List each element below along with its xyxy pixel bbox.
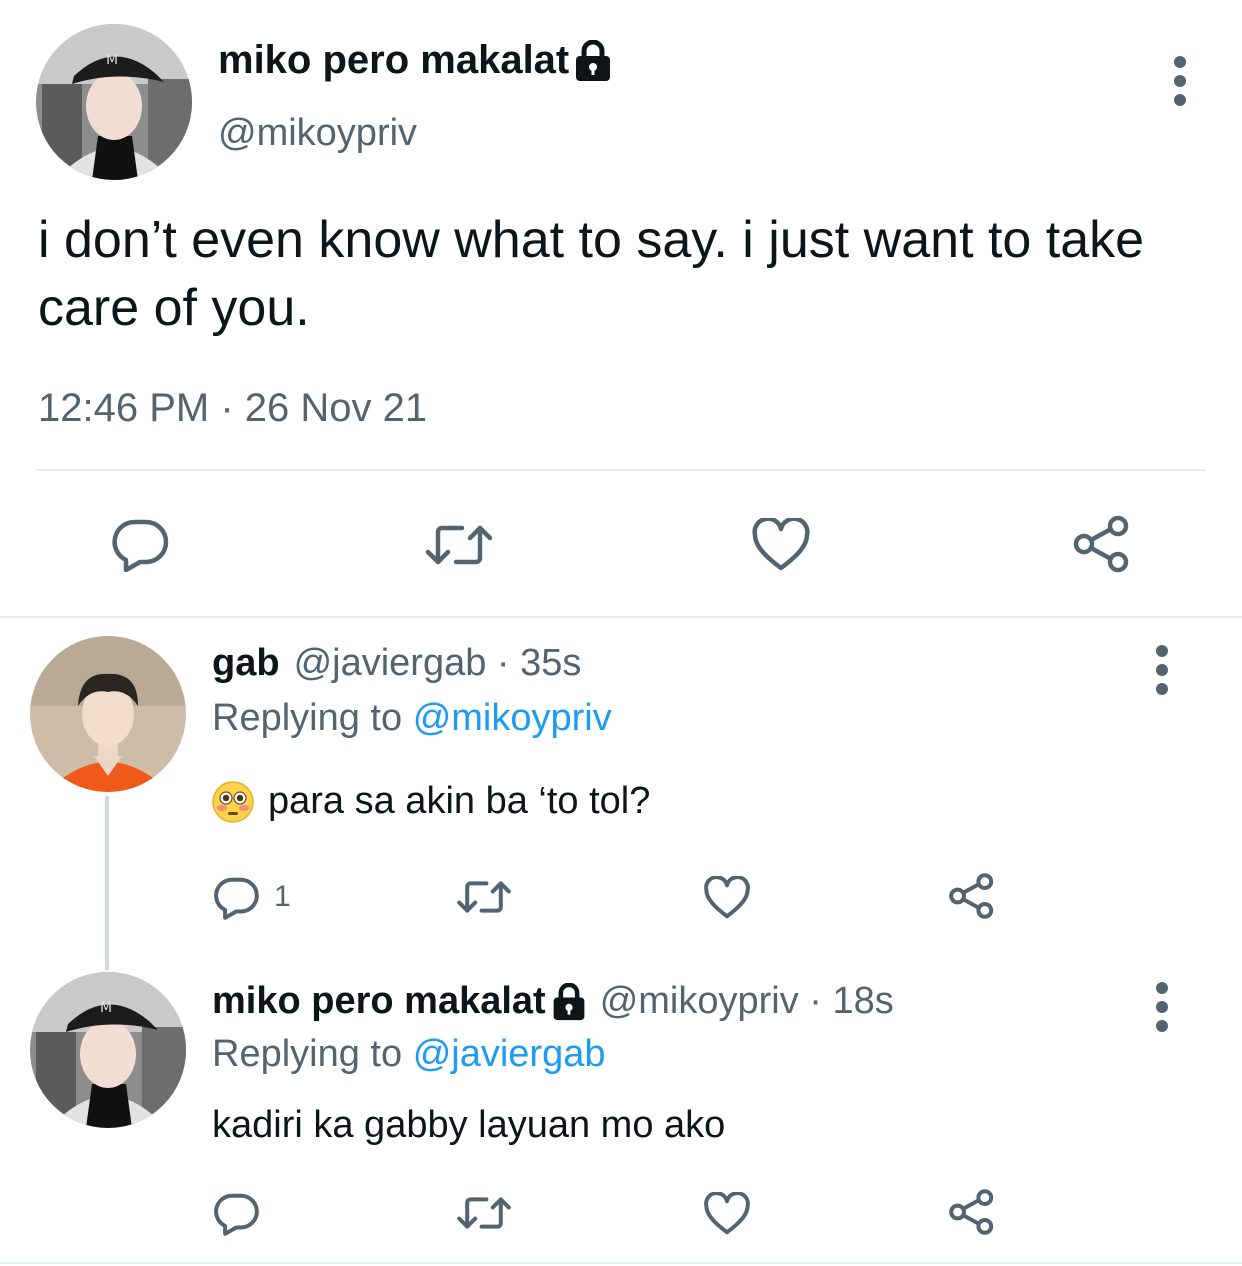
lock-icon bbox=[552, 982, 586, 1021]
replying-prefix: Replying to bbox=[212, 697, 403, 739]
thread-line bbox=[105, 796, 109, 970]
svg-text:M: M bbox=[106, 52, 118, 68]
reply-count: 1 bbox=[274, 880, 291, 913]
display-name-text: miko pero makalat bbox=[218, 38, 570, 82]
tweet-timestamp[interactable]: 12:46 PM · 26 Nov 21 bbox=[38, 386, 427, 431]
share-icon[interactable] bbox=[948, 1188, 996, 1236]
main-avatar[interactable]: M bbox=[36, 24, 192, 180]
replying-mention[interactable]: @javiergab bbox=[413, 1033, 606, 1075]
replying-to: Replying to @mikoypriv bbox=[212, 697, 612, 740]
reply-display-name[interactable]: gab bbox=[212, 642, 280, 685]
reply-handle-time[interactable]: @javiergab · 35s bbox=[294, 642, 582, 685]
like-icon[interactable] bbox=[752, 518, 810, 572]
reply-icon[interactable] bbox=[214, 876, 260, 920]
reply-text: para sa akin ba ‘to tol? bbox=[268, 780, 651, 822]
reply-text-row: kadiri ka gabby layuan mo ako bbox=[212, 1104, 725, 1147]
lock-icon bbox=[575, 39, 611, 82]
replying-mention[interactable]: @mikoypriv bbox=[413, 697, 612, 739]
like-icon[interactable] bbox=[704, 876, 750, 920]
svg-text:M: M bbox=[100, 1000, 112, 1016]
reply-header: gab @javiergab · 35s bbox=[212, 642, 581, 685]
reply-header: miko pero makalat @mikoypriv · 18s bbox=[212, 980, 894, 1023]
reply-text: kadiri ka gabby layuan mo ako bbox=[212, 1104, 726, 1146]
reply-avatar-miko[interactable]: M bbox=[30, 972, 186, 1128]
retweet-icon[interactable] bbox=[456, 878, 512, 916]
reply-display-name[interactable]: miko pero makalat bbox=[212, 980, 546, 1023]
reply-avatar-gab[interactable] bbox=[30, 636, 186, 792]
divider bbox=[0, 616, 1242, 618]
retweet-icon[interactable] bbox=[424, 522, 494, 568]
reply-handle-time[interactable]: @mikoypriv · 18s bbox=[600, 980, 894, 1023]
reply-icon[interactable] bbox=[214, 1192, 260, 1236]
reply-icon[interactable] bbox=[112, 518, 170, 572]
replying-to: Replying to @javiergab bbox=[212, 1033, 605, 1076]
share-icon[interactable] bbox=[1072, 514, 1132, 574]
divider bbox=[36, 469, 1206, 471]
main-display-name[interactable]: miko pero makalat bbox=[218, 38, 611, 83]
reply-text-row: para sa akin ba ‘to tol? bbox=[212, 780, 650, 823]
flushed-face-icon bbox=[212, 780, 254, 823]
more-icon[interactable] bbox=[1172, 56, 1188, 106]
main-handle[interactable]: @mikoypriv bbox=[218, 112, 417, 155]
more-icon[interactable] bbox=[1154, 645, 1170, 695]
retweet-icon[interactable] bbox=[456, 1194, 512, 1232]
replying-prefix: Replying to bbox=[212, 1033, 403, 1075]
divider bbox=[0, 1262, 1242, 1264]
tweet-text: i don’t even know what to say. i just wa… bbox=[38, 211, 1145, 337]
more-icon[interactable] bbox=[1154, 982, 1170, 1032]
like-icon[interactable] bbox=[704, 1192, 750, 1236]
share-icon[interactable] bbox=[948, 872, 996, 920]
